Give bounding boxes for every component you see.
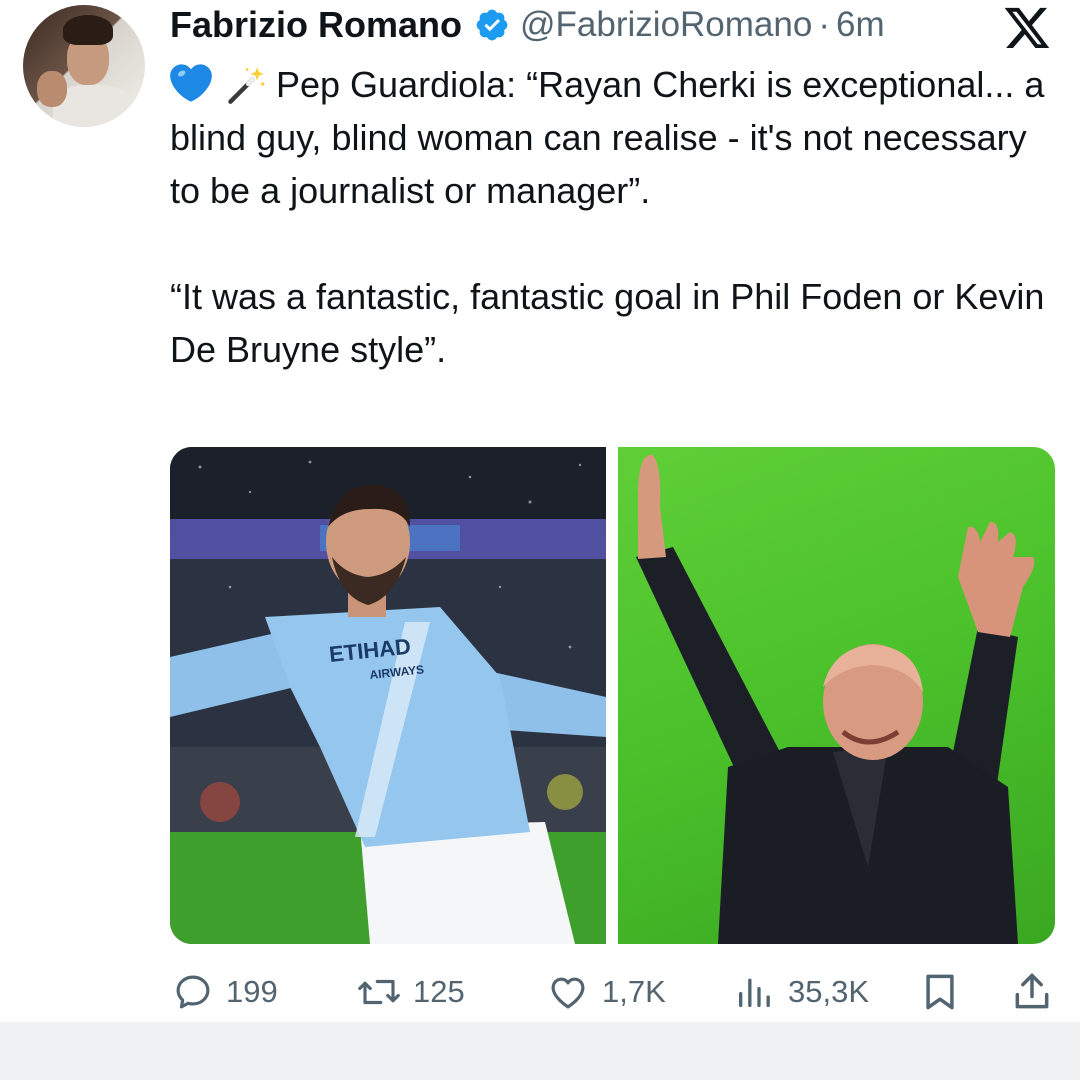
reply-icon [176, 975, 210, 1009]
reply-count: 199 [226, 974, 278, 1009]
tweet-header: Fabrizio Romano @FabrizioRomano · 6m [170, 0, 885, 50]
author-avatar[interactable] [23, 5, 145, 127]
author-handle[interactable]: @FabrizioRomano [520, 5, 812, 45]
like-action[interactable]: 1,7K [546, 970, 666, 1014]
like-count: 1,7K [602, 974, 666, 1009]
bookmark-icon[interactable] [918, 970, 962, 1014]
tweet-text: Pep Guardiola: “Rayan Cherki is exceptio… [170, 58, 1050, 376]
repost-action[interactable]: 125 [355, 970, 465, 1014]
share-icon[interactable] [1010, 968, 1054, 1014]
bottom-divider-area [0, 1022, 1080, 1080]
repost-count: 125 [413, 974, 465, 1009]
tweet-text-line-1: Pep Guardiola: “Rayan Cherki is exceptio… [170, 64, 1045, 211]
verified-badge-icon [476, 9, 508, 41]
tweet-timestamp[interactable]: 6m [836, 5, 885, 45]
author-name[interactable]: Fabrizio Romano [170, 4, 462, 46]
avatar-hand [37, 71, 67, 107]
views-action[interactable]: 35,3K [734, 970, 869, 1014]
like-icon [551, 977, 585, 1009]
tweet-media[interactable]: ETIHAD AIRWAYS [170, 447, 1055, 944]
avatar-hair [63, 15, 113, 45]
views-icon [739, 978, 770, 1007]
x-logo-icon[interactable] [1002, 6, 1052, 48]
blue-heart-icon [170, 64, 212, 102]
media-photo-manager[interactable] [618, 447, 1055, 944]
magic-wand-icon [228, 67, 265, 104]
repost-icon [358, 979, 400, 1005]
media-photo-player[interactable]: ETIHAD AIRWAYS [170, 447, 606, 944]
views-count: 35,3K [788, 974, 870, 1009]
header-separator: · [818, 5, 830, 44]
manager-illustration [636, 454, 1035, 944]
tweet-paragraph-2: “It was a fantastic, fantastic goal in P… [170, 276, 1045, 370]
tweet-paragraph-1: Pep Guardiola: “Rayan Cherki is exceptio… [170, 58, 1050, 217]
tweet-card[interactable]: Fabrizio Romano @FabrizioRomano · 6m Pep… [0, 0, 1080, 1022]
reply-action[interactable]: 199 [172, 970, 278, 1014]
player-illustration: ETIHAD AIRWAYS [170, 447, 606, 944]
